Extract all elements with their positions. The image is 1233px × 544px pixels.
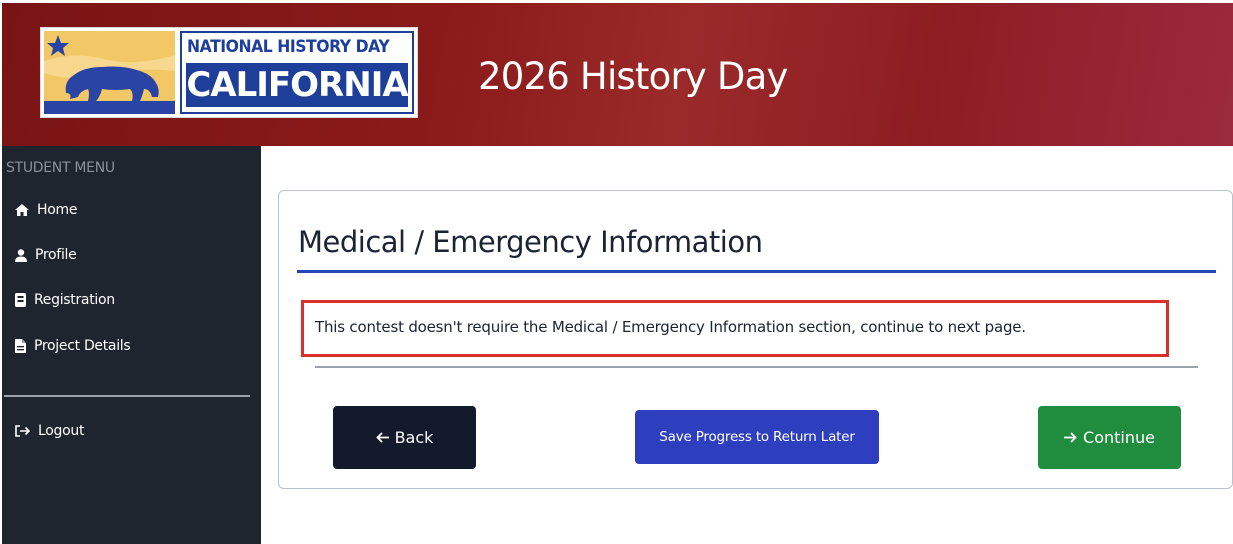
site-header: NATIONAL HISTORY DAY CALIFORNIA 2026 His… xyxy=(2,3,1233,146)
arrow-left-icon xyxy=(375,432,389,443)
sidebar-item-label: Project Details xyxy=(34,338,131,354)
file-icon xyxy=(15,339,26,353)
sidebar-item-label: Registration xyxy=(34,292,115,308)
save-progress-button[interactable]: Save Progress to Return Later xyxy=(635,410,879,464)
arrow-right-icon xyxy=(1064,432,1077,443)
info-notice: This contest doesn't require the Medical… xyxy=(301,300,1169,357)
back-button-label: Back xyxy=(394,428,434,447)
back-button[interactable]: Back xyxy=(333,406,476,469)
logo-line-national-history-day: NATIONAL HISTORY DAY xyxy=(187,37,390,57)
sidebar-item-profile[interactable]: Profile xyxy=(15,244,77,266)
logout-icon xyxy=(15,425,30,437)
medical-info-card: Medical / Emergency Information This con… xyxy=(278,190,1233,489)
continue-button-label: Continue xyxy=(1083,428,1155,447)
logo-line-california: CALIFORNIA xyxy=(186,63,408,107)
logo-wordmark: NATIONAL HISTORY DAY CALIFORNIA xyxy=(180,31,414,114)
site-title: 2026 History Day xyxy=(478,55,788,98)
sidebar-heading: STUDENT MENU xyxy=(6,160,115,176)
sidebar-item-label: Profile xyxy=(35,247,77,263)
nhd-california-logo[interactable]: NATIONAL HISTORY DAY CALIFORNIA xyxy=(40,27,418,118)
sidebar-divider xyxy=(4,395,250,397)
continue-button[interactable]: Continue xyxy=(1038,406,1181,469)
student-sidebar: STUDENT MENU Home Profile Registration P… xyxy=(2,146,261,544)
sidebar-item-project-details[interactable]: Project Details xyxy=(15,335,131,357)
badge-icon xyxy=(15,293,26,307)
sidebar-item-home[interactable]: Home xyxy=(15,199,77,221)
sidebar-item-registration[interactable]: Registration xyxy=(15,289,115,311)
california-bear-flag-icon xyxy=(44,31,175,114)
sidebar-item-label: Logout xyxy=(38,423,85,439)
save-progress-label: Save Progress to Return Later xyxy=(659,429,855,445)
user-icon xyxy=(15,248,27,262)
sidebar-item-label: Home xyxy=(37,202,78,218)
title-underline xyxy=(297,270,1216,273)
home-icon xyxy=(15,204,29,216)
notice-text: This contest doesn't require the Medical… xyxy=(315,318,1026,336)
sidebar-item-logout[interactable]: Logout xyxy=(15,420,84,442)
page-title: Medical / Emergency Information xyxy=(298,225,763,259)
section-divider xyxy=(315,366,1198,368)
